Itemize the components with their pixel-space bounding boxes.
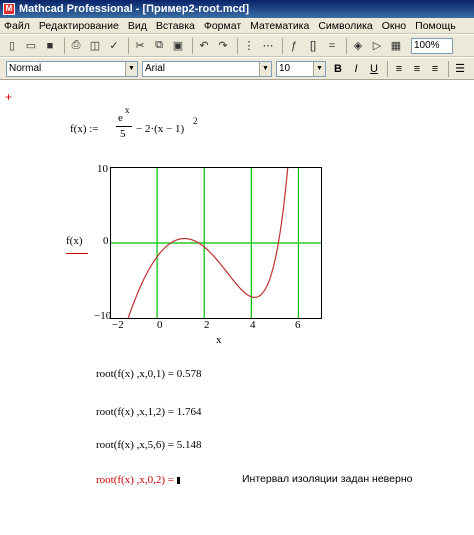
menu-file[interactable]: Файл xyxy=(4,20,30,32)
insert-function-icon[interactable]: ƒ xyxy=(286,38,302,54)
toolbar-separator xyxy=(64,37,65,54)
toolbar-separator xyxy=(237,37,238,54)
worksheet[interactable]: + f(x) := e x 5 − 2·(x − 1) 2 f(x) 10 0 … xyxy=(0,81,474,535)
run-icon[interactable]: ▷ xyxy=(369,38,385,54)
chevron-down-icon[interactable]: ▼ xyxy=(313,61,325,76)
y-trace-legend-line xyxy=(66,253,88,254)
align-right-icon[interactable]: ≡ xyxy=(427,61,443,77)
y-tick-label: 0 xyxy=(103,235,109,247)
root-evaluation-error-text: root(f(x) ,x,0,2) = xyxy=(96,474,174,486)
bold-button[interactable]: B xyxy=(330,61,346,77)
y-tick-label: 10 xyxy=(97,163,108,175)
italic-button[interactable]: I xyxy=(348,61,364,77)
menu-edit[interactable]: Редактирование xyxy=(39,20,119,32)
font-size-select[interactable]: 10 ▼ xyxy=(276,60,326,77)
style-select[interactable]: Normal ▼ xyxy=(6,60,138,77)
spell-check-icon[interactable]: ✓ xyxy=(106,38,122,54)
error-message: Интервал изоляции задан неверно xyxy=(242,473,413,485)
resources-icon[interactable]: ▦ xyxy=(388,38,404,54)
rest-exponent: 2 xyxy=(193,116,198,126)
formatting-toolbar: Normal ▼ Arial ▼ 10 ▼ B I U ≡ ≡ ≡ ☰ xyxy=(0,58,474,80)
mathcad-logo-icon: M xyxy=(3,3,15,15)
menu-symbolics[interactable]: Символика xyxy=(318,20,372,32)
menu-insert[interactable]: Вставка xyxy=(156,20,195,32)
calculate-icon[interactable]: = xyxy=(324,38,340,54)
new-document-icon[interactable]: ▯ xyxy=(4,38,20,54)
chevron-down-icon[interactable]: ▼ xyxy=(259,61,271,76)
result-placeholder xyxy=(176,476,180,484)
zoom-select[interactable]: 100% xyxy=(411,37,453,54)
x-tick-label: −2 xyxy=(112,319,124,331)
crosshair-cursor-icon: + xyxy=(5,90,13,104)
component-wizard-icon[interactable]: ◈ xyxy=(350,38,366,54)
cut-icon[interactable]: ✂ xyxy=(132,38,148,54)
redo-icon[interactable]: ↷ xyxy=(215,38,231,54)
menu-format[interactable]: Формат xyxy=(204,20,241,32)
toolbar-separator xyxy=(387,60,388,77)
standard-toolbar: ▯ ▭ ■ ⎙ ◫ ✓ ✂ ⧉ ▣ ↶ ↷ ⋮ ⋯ ƒ [] = ◈ ▷ ▦ 1… xyxy=(0,35,474,57)
menu-window[interactable]: Окно xyxy=(382,20,406,32)
bullets-icon[interactable]: ☰ xyxy=(452,61,468,77)
save-icon[interactable]: ■ xyxy=(42,38,58,54)
copy-icon[interactable]: ⧉ xyxy=(151,38,167,54)
x-tick-label: 4 xyxy=(250,319,256,331)
menu-bar: Файл Редактирование Вид Вставка Формат М… xyxy=(0,18,474,34)
font-select[interactable]: Arial ▼ xyxy=(142,60,272,77)
window-title: Mathcad Professional - [Пример2-root.mcd… xyxy=(19,3,249,15)
menu-math[interactable]: Математика xyxy=(250,20,309,32)
x-tick-label: 2 xyxy=(204,319,210,331)
font-size-value: 10 xyxy=(279,62,291,74)
definition-lhs: f(x) := xyxy=(70,123,99,135)
fraction-bar xyxy=(116,126,132,127)
numerator-base: e xyxy=(118,112,123,124)
print-icon[interactable]: ⎙ xyxy=(68,38,84,54)
menu-view[interactable]: Вид xyxy=(128,20,147,32)
plot-y-axis-label[interactable]: f(x) xyxy=(66,235,83,247)
style-value: Normal xyxy=(9,62,42,74)
insert-unit-icon[interactable]: [] xyxy=(305,38,321,54)
align-left-icon[interactable]: ≡ xyxy=(391,61,407,77)
paste-icon[interactable]: ▣ xyxy=(170,38,186,54)
plot-x-axis-label[interactable]: x xyxy=(216,334,222,346)
toolbar-separator xyxy=(128,37,129,54)
font-value: Arial xyxy=(145,62,166,74)
y-tick-label: −10 xyxy=(94,310,112,322)
toolbar-separator xyxy=(346,37,347,54)
root-evaluation[interactable]: root(f(x) ,x,0,1) = 0.578 xyxy=(96,368,202,380)
x-tick-label: 6 xyxy=(295,319,301,331)
align-across-icon[interactable]: ⋮ xyxy=(241,38,257,54)
menu-help[interactable]: Помощь xyxy=(415,20,456,32)
toolbar-separator xyxy=(192,37,193,54)
open-folder-icon[interactable]: ▭ xyxy=(23,38,39,54)
numerator-exponent: x xyxy=(125,105,130,115)
undo-icon[interactable]: ↶ xyxy=(196,38,212,54)
print-preview-icon[interactable]: ◫ xyxy=(87,38,103,54)
x-tick-label: 0 xyxy=(157,319,163,331)
root-evaluation[interactable]: root(f(x) ,x,5,6) = 5.148 xyxy=(96,439,202,451)
title-bar: M Mathcad Professional - [Пример2-root.m… xyxy=(0,0,474,18)
xy-plot[interactable] xyxy=(110,167,322,319)
definition-rest: − 2·(x − 1) xyxy=(136,123,185,135)
chevron-down-icon[interactable]: ▼ xyxy=(125,61,137,76)
denominator: 5 xyxy=(120,128,126,140)
root-evaluation-error[interactable]: root(f(x) ,x,0,2) = xyxy=(96,474,180,486)
toolbar-separator xyxy=(282,37,283,54)
underline-button[interactable]: U xyxy=(366,61,382,77)
align-center-icon[interactable]: ≡ xyxy=(409,61,425,77)
toolbar-separator xyxy=(448,60,449,77)
align-down-icon[interactable]: ⋯ xyxy=(260,38,276,54)
plot-grid xyxy=(110,167,322,319)
root-evaluation[interactable]: root(f(x) ,x,1,2) = 1.764 xyxy=(96,406,202,418)
